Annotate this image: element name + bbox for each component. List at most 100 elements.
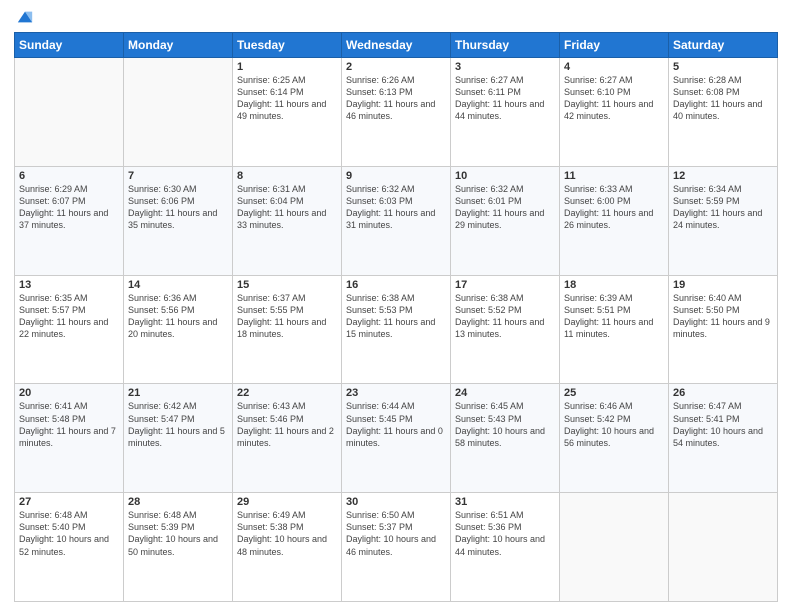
day-info: Sunrise: 6:46 AM Sunset: 5:42 PM Dayligh… (564, 400, 664, 449)
day-info: Sunrise: 6:37 AM Sunset: 5:55 PM Dayligh… (237, 292, 337, 341)
day-number: 9 (346, 170, 446, 182)
day-number: 15 (237, 279, 337, 291)
day-number: 7 (128, 170, 228, 182)
day-number: 27 (19, 496, 119, 508)
day-number: 21 (128, 387, 228, 399)
calendar-cell: 29Sunrise: 6:49 AM Sunset: 5:38 PM Dayli… (233, 493, 342, 602)
calendar-cell: 16Sunrise: 6:38 AM Sunset: 5:53 PM Dayli… (342, 275, 451, 384)
day-info: Sunrise: 6:42 AM Sunset: 5:47 PM Dayligh… (128, 400, 228, 449)
calendar-cell: 23Sunrise: 6:44 AM Sunset: 5:45 PM Dayli… (342, 384, 451, 493)
calendar-cell: 25Sunrise: 6:46 AM Sunset: 5:42 PM Dayli… (560, 384, 669, 493)
calendar-cell: 14Sunrise: 6:36 AM Sunset: 5:56 PM Dayli… (124, 275, 233, 384)
day-info: Sunrise: 6:43 AM Sunset: 5:46 PM Dayligh… (237, 400, 337, 449)
day-info: Sunrise: 6:44 AM Sunset: 5:45 PM Dayligh… (346, 400, 446, 449)
weekday-header-wednesday: Wednesday (342, 33, 451, 58)
day-number: 20 (19, 387, 119, 399)
day-info: Sunrise: 6:33 AM Sunset: 6:00 PM Dayligh… (564, 183, 664, 232)
calendar-cell: 13Sunrise: 6:35 AM Sunset: 5:57 PM Dayli… (15, 275, 124, 384)
day-number: 25 (564, 387, 664, 399)
calendar-cell: 8Sunrise: 6:31 AM Sunset: 6:04 PM Daylig… (233, 166, 342, 275)
day-number: 22 (237, 387, 337, 399)
day-info: Sunrise: 6:27 AM Sunset: 6:10 PM Dayligh… (564, 74, 664, 123)
day-number: 2 (346, 61, 446, 73)
day-info: Sunrise: 6:35 AM Sunset: 5:57 PM Dayligh… (19, 292, 119, 341)
logo (14, 10, 34, 26)
calendar-week-row: 20Sunrise: 6:41 AM Sunset: 5:48 PM Dayli… (15, 384, 778, 493)
day-info: Sunrise: 6:49 AM Sunset: 5:38 PM Dayligh… (237, 509, 337, 558)
calendar-cell: 21Sunrise: 6:42 AM Sunset: 5:47 PM Dayli… (124, 384, 233, 493)
day-number: 14 (128, 279, 228, 291)
day-info: Sunrise: 6:30 AM Sunset: 6:06 PM Dayligh… (128, 183, 228, 232)
calendar-cell: 7Sunrise: 6:30 AM Sunset: 6:06 PM Daylig… (124, 166, 233, 275)
calendar-week-row: 27Sunrise: 6:48 AM Sunset: 5:40 PM Dayli… (15, 493, 778, 602)
calendar-cell: 17Sunrise: 6:38 AM Sunset: 5:52 PM Dayli… (451, 275, 560, 384)
calendar-cell: 27Sunrise: 6:48 AM Sunset: 5:40 PM Dayli… (15, 493, 124, 602)
day-number: 18 (564, 279, 664, 291)
day-info: Sunrise: 6:29 AM Sunset: 6:07 PM Dayligh… (19, 183, 119, 232)
day-number: 24 (455, 387, 555, 399)
weekday-header-thursday: Thursday (451, 33, 560, 58)
calendar-cell: 11Sunrise: 6:33 AM Sunset: 6:00 PM Dayli… (560, 166, 669, 275)
day-info: Sunrise: 6:38 AM Sunset: 5:52 PM Dayligh… (455, 292, 555, 341)
calendar-cell: 9Sunrise: 6:32 AM Sunset: 6:03 PM Daylig… (342, 166, 451, 275)
day-info: Sunrise: 6:50 AM Sunset: 5:37 PM Dayligh… (346, 509, 446, 558)
calendar-cell: 18Sunrise: 6:39 AM Sunset: 5:51 PM Dayli… (560, 275, 669, 384)
calendar-cell: 2Sunrise: 6:26 AM Sunset: 6:13 PM Daylig… (342, 58, 451, 167)
calendar-cell: 5Sunrise: 6:28 AM Sunset: 6:08 PM Daylig… (669, 58, 778, 167)
calendar-week-row: 13Sunrise: 6:35 AM Sunset: 5:57 PM Dayli… (15, 275, 778, 384)
calendar-cell (124, 58, 233, 167)
calendar-cell: 4Sunrise: 6:27 AM Sunset: 6:10 PM Daylig… (560, 58, 669, 167)
calendar-header-row: SundayMondayTuesdayWednesdayThursdayFrid… (15, 33, 778, 58)
weekday-header-tuesday: Tuesday (233, 33, 342, 58)
calendar-cell (15, 58, 124, 167)
day-info: Sunrise: 6:26 AM Sunset: 6:13 PM Dayligh… (346, 74, 446, 123)
day-number: 26 (673, 387, 773, 399)
day-number: 29 (237, 496, 337, 508)
day-info: Sunrise: 6:48 AM Sunset: 5:40 PM Dayligh… (19, 509, 119, 558)
calendar-cell: 12Sunrise: 6:34 AM Sunset: 5:59 PM Dayli… (669, 166, 778, 275)
day-info: Sunrise: 6:45 AM Sunset: 5:43 PM Dayligh… (455, 400, 555, 449)
day-info: Sunrise: 6:41 AM Sunset: 5:48 PM Dayligh… (19, 400, 119, 449)
calendar-week-row: 1Sunrise: 6:25 AM Sunset: 6:14 PM Daylig… (15, 58, 778, 167)
day-info: Sunrise: 6:39 AM Sunset: 5:51 PM Dayligh… (564, 292, 664, 341)
calendar-cell: 20Sunrise: 6:41 AM Sunset: 5:48 PM Dayli… (15, 384, 124, 493)
day-info: Sunrise: 6:36 AM Sunset: 5:56 PM Dayligh… (128, 292, 228, 341)
day-number: 11 (564, 170, 664, 182)
day-info: Sunrise: 6:32 AM Sunset: 6:03 PM Dayligh… (346, 183, 446, 232)
calendar-table: SundayMondayTuesdayWednesdayThursdayFrid… (14, 32, 778, 602)
calendar-cell: 24Sunrise: 6:45 AM Sunset: 5:43 PM Dayli… (451, 384, 560, 493)
calendar-cell: 10Sunrise: 6:32 AM Sunset: 6:01 PM Dayli… (451, 166, 560, 275)
calendar-cell: 19Sunrise: 6:40 AM Sunset: 5:50 PM Dayli… (669, 275, 778, 384)
calendar-cell: 22Sunrise: 6:43 AM Sunset: 5:46 PM Dayli… (233, 384, 342, 493)
logo-icon (16, 8, 34, 26)
calendar-cell: 26Sunrise: 6:47 AM Sunset: 5:41 PM Dayli… (669, 384, 778, 493)
page-header (14, 10, 778, 26)
day-info: Sunrise: 6:40 AM Sunset: 5:50 PM Dayligh… (673, 292, 773, 341)
day-info: Sunrise: 6:34 AM Sunset: 5:59 PM Dayligh… (673, 183, 773, 232)
day-info: Sunrise: 6:25 AM Sunset: 6:14 PM Dayligh… (237, 74, 337, 123)
day-number: 13 (19, 279, 119, 291)
calendar-cell: 1Sunrise: 6:25 AM Sunset: 6:14 PM Daylig… (233, 58, 342, 167)
day-number: 31 (455, 496, 555, 508)
calendar-cell (560, 493, 669, 602)
day-number: 30 (346, 496, 446, 508)
day-number: 19 (673, 279, 773, 291)
calendar-cell: 3Sunrise: 6:27 AM Sunset: 6:11 PM Daylig… (451, 58, 560, 167)
weekday-header-friday: Friday (560, 33, 669, 58)
calendar-cell (669, 493, 778, 602)
calendar-cell: 28Sunrise: 6:48 AM Sunset: 5:39 PM Dayli… (124, 493, 233, 602)
day-number: 28 (128, 496, 228, 508)
calendar-cell: 31Sunrise: 6:51 AM Sunset: 5:36 PM Dayli… (451, 493, 560, 602)
day-number: 1 (237, 61, 337, 73)
day-number: 8 (237, 170, 337, 182)
calendar-cell: 6Sunrise: 6:29 AM Sunset: 6:07 PM Daylig… (15, 166, 124, 275)
day-number: 16 (346, 279, 446, 291)
day-number: 6 (19, 170, 119, 182)
weekday-header-sunday: Sunday (15, 33, 124, 58)
day-number: 5 (673, 61, 773, 73)
day-info: Sunrise: 6:51 AM Sunset: 5:36 PM Dayligh… (455, 509, 555, 558)
day-info: Sunrise: 6:47 AM Sunset: 5:41 PM Dayligh… (673, 400, 773, 449)
day-info: Sunrise: 6:28 AM Sunset: 6:08 PM Dayligh… (673, 74, 773, 123)
day-number: 23 (346, 387, 446, 399)
day-info: Sunrise: 6:31 AM Sunset: 6:04 PM Dayligh… (237, 183, 337, 232)
